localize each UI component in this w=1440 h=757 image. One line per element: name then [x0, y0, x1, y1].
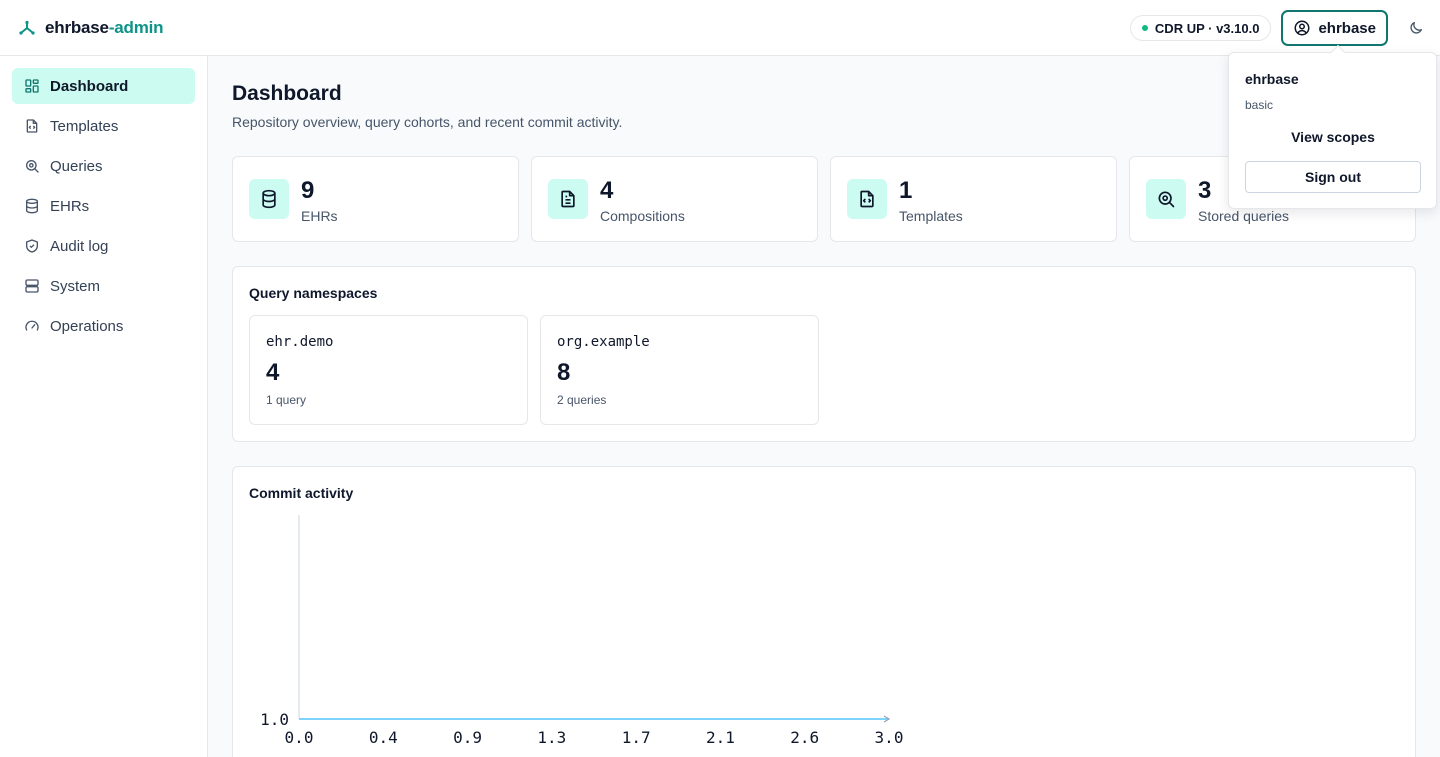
sign-out-button[interactable]: Sign out: [1245, 161, 1421, 193]
view-scopes-button[interactable]: View scopes: [1245, 129, 1421, 145]
namespace-query-count: 2 queries: [557, 393, 607, 407]
namespace-name: ehr.demo: [266, 334, 334, 350]
sidebar-item-system[interactable]: System: [12, 268, 195, 304]
sidebar-item-ehrs[interactable]: EHRs: [12, 188, 195, 224]
x-tick-label: 2.1: [706, 728, 735, 747]
sidebar-item-audit-log[interactable]: Audit log: [12, 228, 195, 264]
stat-card-compositions[interactable]: 4 Compositions: [531, 156, 818, 242]
stat-icon-box: [847, 179, 887, 219]
stat-label: EHRs: [301, 208, 338, 224]
stat-value: 4: [600, 177, 614, 204]
sidebar-item-label: Queries: [50, 157, 103, 175]
search-icon: [1158, 191, 1175, 208]
stat-icon-box: [249, 179, 289, 219]
cdr-status-text: CDR UP · v3.10.0: [1154, 20, 1260, 36]
sidebar: Dashboard Templates Queries EHRs Audit l…: [0, 56, 208, 757]
gauge-icon: [25, 320, 39, 331]
x-tick-label: 3.0: [875, 728, 904, 747]
namespace-card-org-example[interactable]: org.example 8 2 queries: [540, 315, 819, 425]
dropdown-user-role: basic: [1245, 98, 1274, 112]
query-namespaces-panel: Query namespaces ehr.demo 4 1 query org.…: [232, 266, 1416, 442]
stat-icon-box: [1146, 179, 1186, 219]
x-tick-label: 0.4: [369, 728, 398, 747]
brand-name-accent: -admin: [108, 17, 164, 37]
stat-value: 9: [301, 177, 315, 204]
server-icon: [25, 279, 39, 293]
file-text-icon: [561, 190, 575, 208]
stat-card-ehrs[interactable]: 9 EHRs: [232, 156, 519, 242]
sidebar-item-dashboard[interactable]: Dashboard: [12, 68, 195, 104]
x-tick-label: 0.9: [453, 728, 482, 747]
user-dropdown-menu: ehrbase basic View scopes Sign out: [1228, 44, 1437, 209]
commit-activity-chart: 1.00.0 0.4 0.9 1.3 1.7 2.1 2.6 3.0: [260, 515, 904, 747]
x-tick-label: 0.0: [285, 728, 314, 747]
x-tick-label: 1.3: [537, 728, 566, 747]
stat-icon-box: [548, 179, 588, 219]
panel-title: Query namespaces: [249, 285, 378, 301]
sidebar-item-label: Dashboard: [50, 77, 129, 95]
namespace-count: 4: [266, 359, 280, 386]
namespace-name: org.example: [557, 334, 650, 350]
sidebar-item-queries[interactable]: Queries: [12, 148, 195, 184]
user-menu-label: ehrbase: [1318, 19, 1376, 37]
commit-activity-panel: Commit activity 1.0 0.0 0.4 0.9 1.3 1.7 2.1 2.6…: [232, 466, 1416, 757]
namespace-count: 8: [557, 359, 571, 386]
page-subtitle: Repository overview, query cohorts, and …: [232, 114, 623, 130]
x-tick-label: 2.6: [790, 728, 819, 747]
dropdown-user-name: ehrbase: [1245, 71, 1299, 87]
dashboard-icon: [25, 79, 39, 93]
y-tick-label: 1.0: [260, 710, 289, 729]
sidebar-item-label: Templates: [50, 117, 119, 135]
sidebar-item-label: EHRs: [50, 197, 90, 215]
user-circle-icon: [1294, 20, 1310, 36]
database-icon: [262, 189, 276, 209]
theme-toggle-button[interactable]: [1402, 14, 1430, 42]
sidebar-item-label: System: [50, 277, 101, 295]
shield-check-icon: [26, 239, 38, 253]
moon-icon: [1410, 22, 1422, 34]
stat-label: Templates: [899, 208, 963, 224]
namespace-card-ehr-demo[interactable]: ehr.demo 4 1 query: [249, 315, 528, 425]
x-tick-label: 1.7: [622, 728, 651, 747]
sidebar-item-label: Audit log: [50, 237, 109, 255]
cdr-status-badge: CDR UP · v3.10.0: [1129, 15, 1272, 41]
top-bar: ehrbase -admin CDR UP · v3.10.0 ehrbase: [0, 0, 1440, 56]
file-code-icon: [26, 119, 38, 133]
database-icon: [26, 198, 38, 214]
stat-label: Compositions: [600, 208, 685, 224]
sidebar-item-operations[interactable]: Operations: [12, 308, 195, 344]
stat-value: 1: [899, 177, 913, 204]
user-menu-button[interactable]: ehrbase: [1281, 10, 1388, 46]
stat-value: 3: [1198, 177, 1212, 204]
stat-card-templates[interactable]: 1 Templates: [830, 156, 1117, 242]
sidebar-item-label: Operations: [50, 317, 124, 335]
stat-label: Stored queries: [1198, 208, 1290, 224]
search-icon: [26, 160, 39, 173]
page-title: Dashboard: [232, 82, 342, 105]
namespace-query-count: 1 query: [266, 393, 307, 407]
brand-logo-icon: [19, 20, 35, 35]
sidebar-item-templates[interactable]: Templates: [12, 108, 195, 144]
brand[interactable]: ehrbase -admin: [18, 17, 164, 38]
file-code-icon: [860, 190, 874, 208]
brand-name: ehrbase: [45, 17, 109, 37]
status-dot-icon: [1141, 25, 1148, 31]
